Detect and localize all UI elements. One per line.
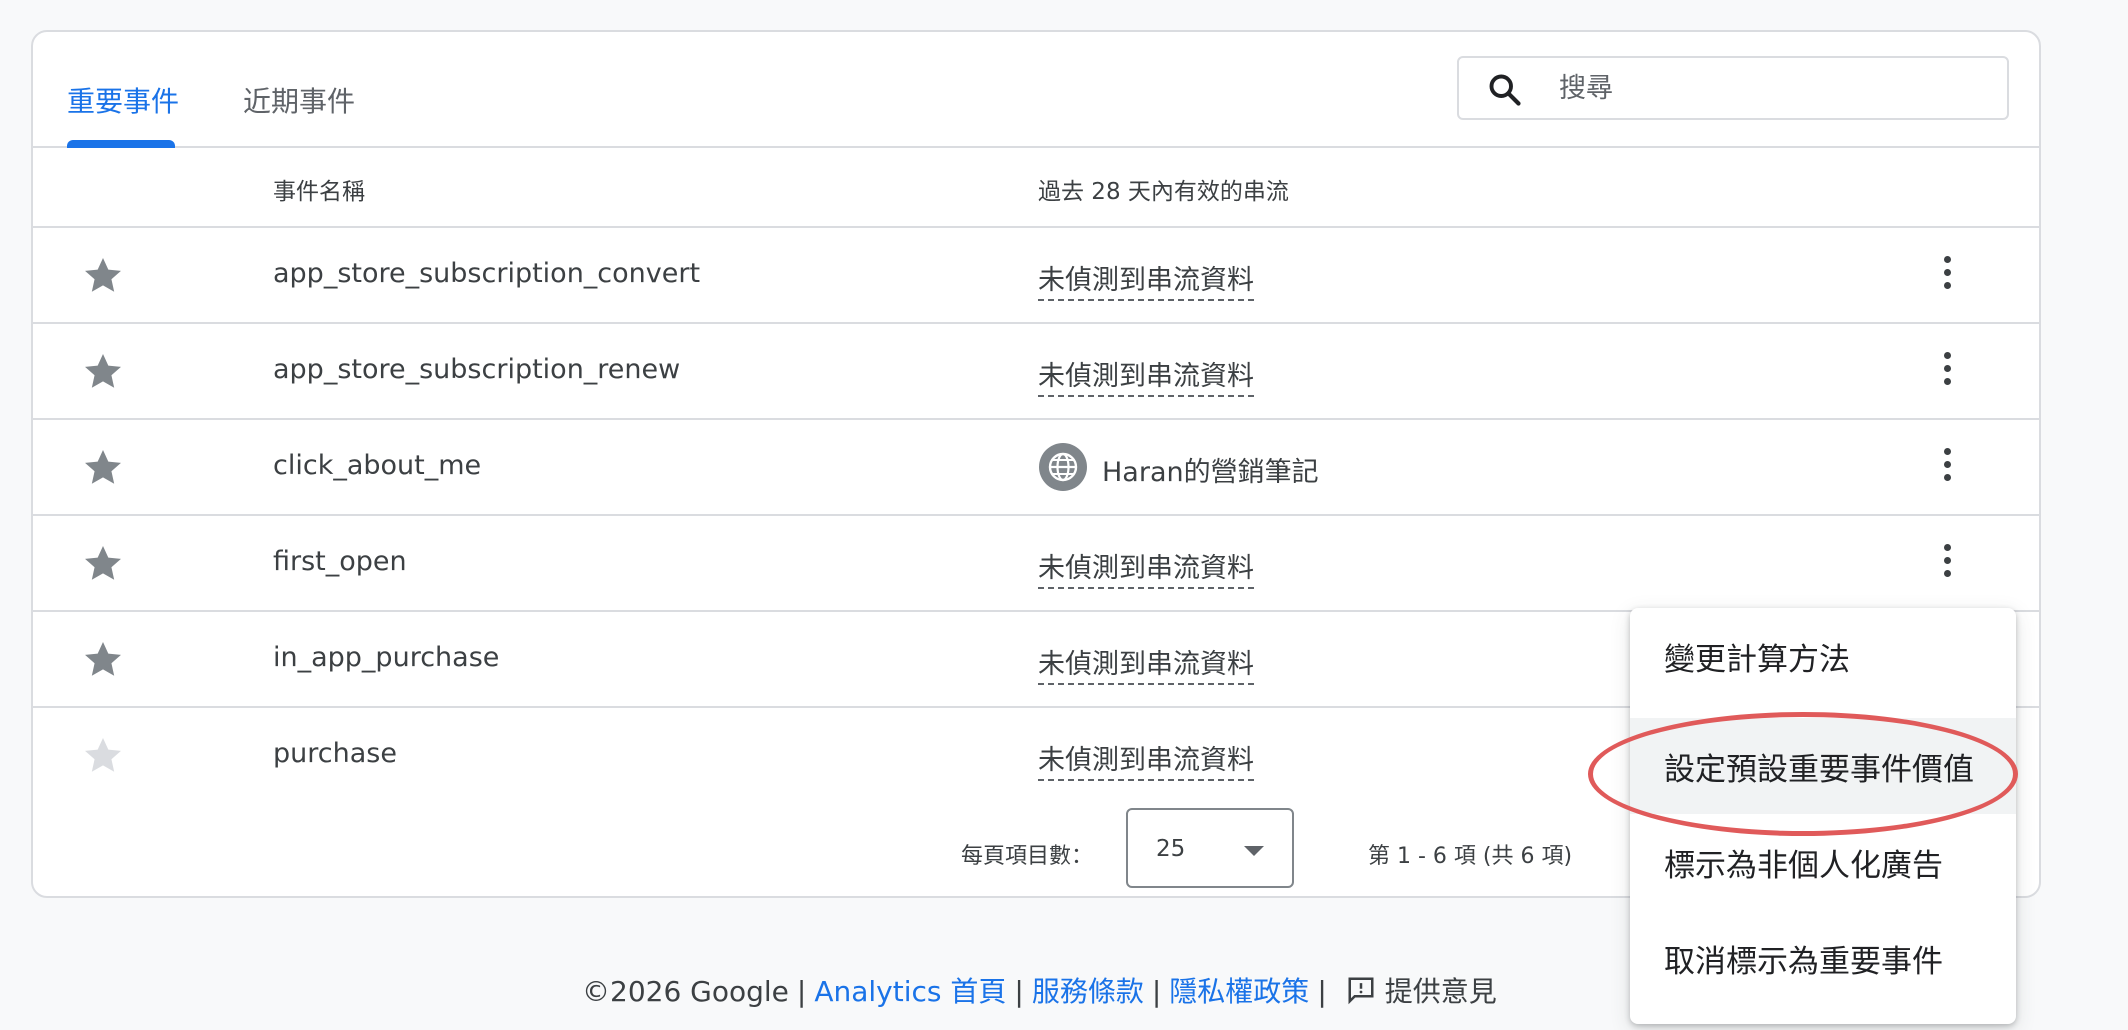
tab-bar: 重要事件 近期事件 <box>33 32 2039 148</box>
tab-important-events[interactable]: 重要事件 <box>67 80 179 120</box>
star-icon[interactable] <box>81 542 125 586</box>
search-box[interactable] <box>1457 56 2009 120</box>
column-header-event-name: 事件名稱 <box>273 179 365 205</box>
event-name: purchase <box>273 738 397 769</box>
event-actions-menu: 變更計算方法 設定預設重要事件價值 標示為非個人化廣告 取消標示為重要事件 <box>1630 608 2016 1024</box>
footer-link-privacy[interactable]: 隱私權政策 <box>1169 975 1309 1008</box>
search-input[interactable] <box>1559 68 1989 108</box>
event-name: first_open <box>273 546 407 577</box>
items-per-page-label: 每頁項目數： <box>961 844 1094 869</box>
star-icon[interactable] <box>81 446 125 490</box>
menu-item-change-calculation[interactable]: 變更計算方法 <box>1630 608 2016 704</box>
feedback-button[interactable]: 提供意見 <box>1335 975 1497 1008</box>
menu-item-label: 取消標示為重要事件 <box>1664 944 1943 980</box>
menu-item-label: 設定預設重要事件價值 <box>1664 752 1974 788</box>
footer-link-terms[interactable]: 服務條款 <box>1032 975 1144 1008</box>
pagination-range: 第 1 - 6 項 (共 6 項) <box>1368 844 1573 869</box>
event-name: app_store_subscription_convert <box>273 258 701 289</box>
stream-status[interactable]: 未偵測到串流資料 <box>1038 354 1254 397</box>
stream-name: Haran的營銷筆記 <box>1102 457 1319 488</box>
event-name: app_store_subscription_renew <box>273 354 681 385</box>
table-row: app_store_subscription_renew 未偵測到串流資料 <box>33 324 2039 420</box>
footer-copyright: ©2026 Google <box>582 975 789 1008</box>
menu-item-set-default-value[interactable]: 設定預設重要事件價值 <box>1630 718 2016 814</box>
star-icon[interactable] <box>81 638 125 682</box>
tab-recent-events[interactable]: 近期事件 <box>243 80 355 120</box>
more-vert-icon[interactable] <box>1939 348 1955 396</box>
search-icon <box>1489 74 1521 106</box>
star-icon[interactable] <box>81 254 125 298</box>
stream-status[interactable]: 未偵測到串流資料 <box>1038 642 1254 685</box>
feedback-icon <box>1348 977 1374 1005</box>
page-size-select[interactable]: 25 <box>1126 808 1294 888</box>
globe-icon <box>1039 443 1087 491</box>
table-header: 事件名稱 過去 28 天內有效的串流 <box>33 148 2039 228</box>
footer: ©2026 Google | Analytics 首頁 | 服務條款 | 隱私權政策 | 提供意… <box>582 975 1497 1008</box>
active-tab-indicator <box>67 140 175 148</box>
star-icon[interactable] <box>81 734 125 778</box>
table-row: app_store_subscription_convert 未偵測到串流資料 <box>33 228 2039 324</box>
more-vert-icon[interactable] <box>1939 252 1955 300</box>
menu-item-mark-non-personalized[interactable]: 標示為非個人化廣告 <box>1630 814 2016 910</box>
menu-item-label: 標示為非個人化廣告 <box>1664 848 1943 884</box>
dropdown-caret-icon <box>1244 846 1264 856</box>
page-size-value: 25 <box>1156 836 1186 862</box>
stream-status[interactable]: 未偵測到串流資料 <box>1038 738 1254 781</box>
menu-item-unmark-important[interactable]: 取消標示為重要事件 <box>1630 910 2016 1006</box>
footer-link-analytics-home[interactable]: Analytics 首頁 <box>814 975 1006 1008</box>
event-name: in_app_purchase <box>273 642 500 673</box>
menu-item-label: 變更計算方法 <box>1664 642 1850 678</box>
more-vert-icon[interactable] <box>1939 540 1955 588</box>
table-row: first_open 未偵測到串流資料 <box>33 516 2039 612</box>
feedback-label: 提供意見 <box>1384 975 1497 1008</box>
event-name: click_about_me <box>273 450 482 481</box>
stream-status[interactable]: 未偵測到串流資料 <box>1038 258 1254 301</box>
table-row: click_about_me Haran的營銷筆記 <box>33 420 2039 516</box>
stream-status[interactable]: 未偵測到串流資料 <box>1038 546 1254 589</box>
column-header-streams: 過去 28 天內有效的串流 <box>1038 179 1289 205</box>
more-vert-icon[interactable] <box>1939 444 1955 492</box>
star-icon[interactable] <box>81 350 125 394</box>
